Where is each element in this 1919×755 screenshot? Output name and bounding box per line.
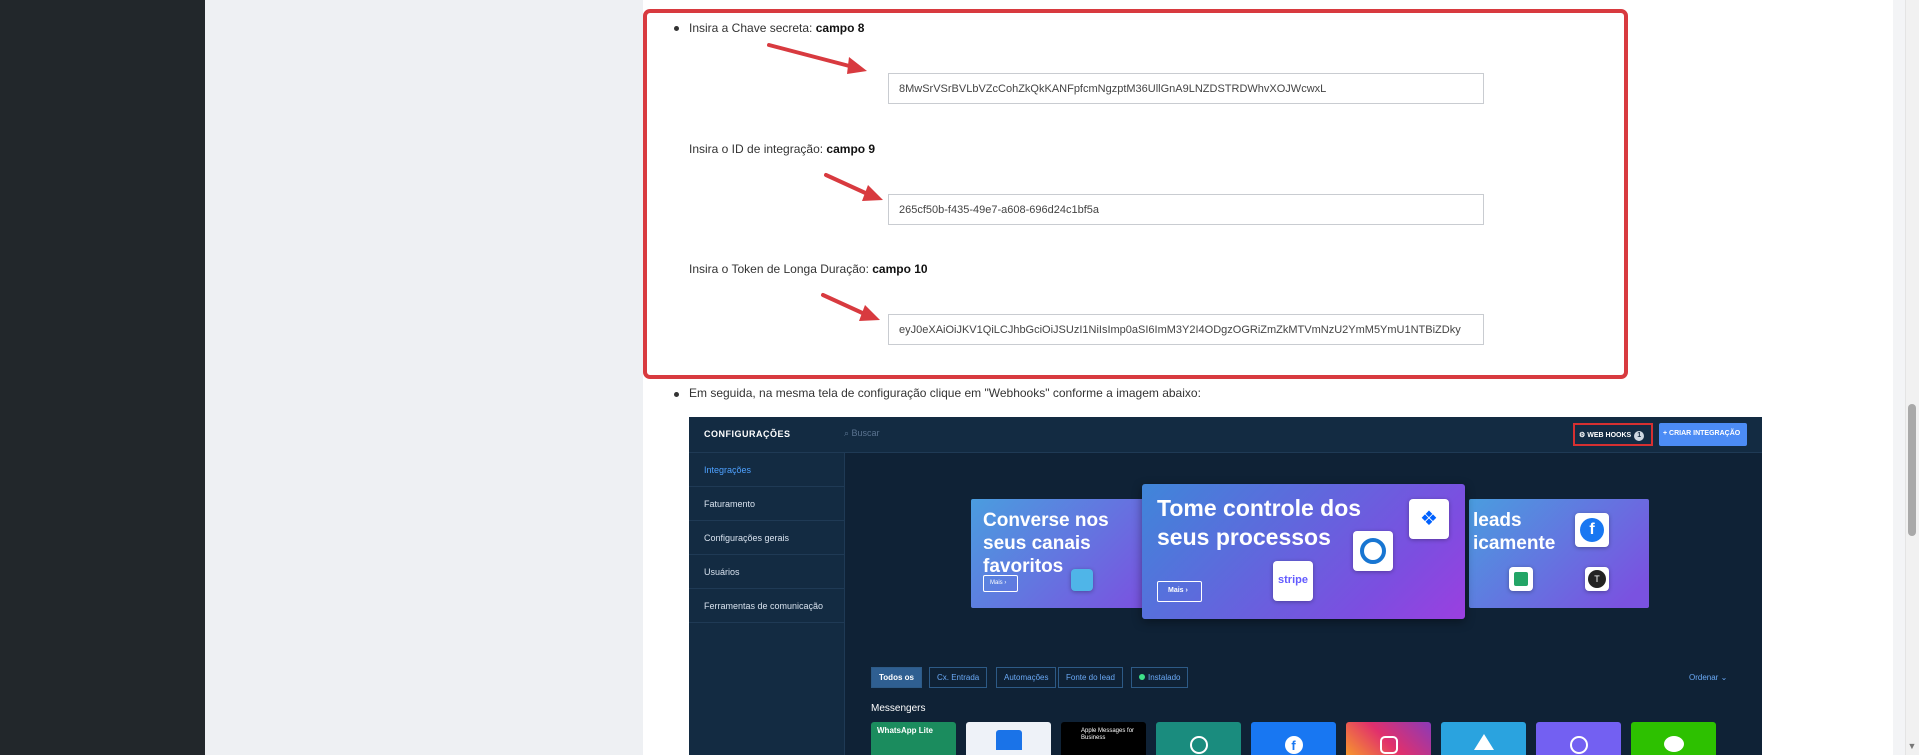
search-icon: ⌕ bbox=[844, 428, 852, 438]
screenshot-title: CONFIGURAÇÕES bbox=[704, 429, 791, 439]
stripe-label: stripe bbox=[1278, 574, 1308, 586]
telegram-icon bbox=[1473, 734, 1494, 750]
order-dropdown: Ordenar ⌄ bbox=[1689, 673, 1728, 682]
sheets-icon bbox=[1509, 567, 1533, 591]
create-integration-button: + CRIAR INTEGRAÇÃO bbox=[1659, 423, 1747, 446]
filter-todos: Todos os bbox=[871, 667, 922, 688]
sidebar-item-ferramentas: Ferramentas de comunicação bbox=[689, 589, 845, 623]
sidebar-item-integracoes: Integrações bbox=[689, 453, 845, 487]
dropbox-icon: ❖ bbox=[1409, 499, 1449, 539]
c-logo-icon bbox=[1353, 531, 1393, 571]
banner-processos: Tome controle dos seus processos Mais › … bbox=[1142, 484, 1465, 619]
left-dark-panel bbox=[0, 0, 205, 755]
banner-leads-text: leads icamente bbox=[1473, 510, 1556, 554]
banner-processos-more: Mais › bbox=[1157, 581, 1202, 602]
apple-messages-tile: Apple Messages for Business bbox=[1061, 722, 1146, 755]
banner-processos-text: Tome controle dos seus processos bbox=[1157, 495, 1362, 550]
vertical-scrollbar[interactable] bbox=[1905, 0, 1919, 755]
sidebar-item-usuarios: Usuários bbox=[689, 555, 845, 589]
store-icon bbox=[995, 730, 1022, 750]
scroll-down-icon[interactable]: ▼ bbox=[1906, 741, 1918, 751]
highlight-box bbox=[643, 9, 1628, 379]
sidebar-item-faturamento: Faturamento bbox=[689, 487, 845, 521]
step-webhooks-instruction: Em seguida, na mesma tela de configuraçã… bbox=[689, 386, 1201, 400]
webhooks-icon: ⚙ bbox=[1579, 432, 1588, 439]
screenshot-search: ⌕ Buscar bbox=[844, 428, 880, 439]
whatsapp-icon bbox=[1189, 736, 1208, 754]
telegram-tile bbox=[1441, 722, 1526, 755]
stripe-icon: stripe bbox=[1273, 561, 1313, 601]
filter-fonte-lead: Fonte do lead bbox=[1058, 667, 1123, 688]
filter-automacoes: Automações bbox=[996, 667, 1057, 688]
embedded-screenshot: CONFIGURAÇÕES ⌕ Buscar ⚙ WEB HOOKS 1 + CR… bbox=[689, 417, 1762, 755]
search-placeholder: Buscar bbox=[851, 428, 880, 438]
facebook-icon: f bbox=[1575, 513, 1609, 547]
whatsapp-tile bbox=[1156, 722, 1241, 755]
whatsapp-lite-label: WhatsApp Lite bbox=[877, 726, 933, 735]
viber-icon bbox=[1569, 736, 1588, 754]
banner-canais-text: Converse nos seus canais favoritos bbox=[983, 510, 1109, 577]
scrollbar-thumb[interactable] bbox=[1908, 404, 1916, 536]
google-business-tile bbox=[966, 722, 1051, 755]
filter-instalado-label: Instalado bbox=[1148, 673, 1181, 682]
apple-messages-label: Apple Messages for Business bbox=[1081, 728, 1135, 741]
filter-instalado: Instalado bbox=[1131, 667, 1189, 688]
facebook-tile: f bbox=[1251, 722, 1336, 755]
status-dot-icon bbox=[1139, 674, 1145, 680]
filter-cx-entrada: Cx. Entrada bbox=[929, 667, 988, 688]
banner-leads: leads icamente f T bbox=[1469, 499, 1649, 608]
webhooks-count: 1 bbox=[1634, 431, 1645, 441]
webhooks-label: WEB HOOKS bbox=[1587, 432, 1632, 439]
wechat-icon bbox=[1663, 736, 1684, 752]
page-gutter bbox=[205, 0, 643, 755]
messengers-heading: Messengers bbox=[871, 703, 926, 714]
whatsapp-lite-tile: WhatsApp Lite bbox=[871, 722, 956, 755]
wechat-tile bbox=[1631, 722, 1716, 755]
screenshot-sidebar: Integrações Faturamento Configurações ge… bbox=[689, 453, 845, 755]
instagram-icon bbox=[1379, 736, 1398, 754]
viber-tile bbox=[1536, 722, 1621, 755]
bullet bbox=[674, 392, 679, 397]
instagram-tile bbox=[1346, 722, 1431, 755]
facebook-icon: f bbox=[1284, 736, 1303, 754]
sidebar-item-configuracoes: Configurações gerais bbox=[689, 521, 845, 555]
t-icon: T bbox=[1585, 567, 1609, 591]
banner-canais-more: Mais › bbox=[983, 575, 1018, 592]
telegram-icon bbox=[1071, 569, 1093, 591]
webhooks-button: ⚙ WEB HOOKS 1 bbox=[1573, 423, 1653, 446]
